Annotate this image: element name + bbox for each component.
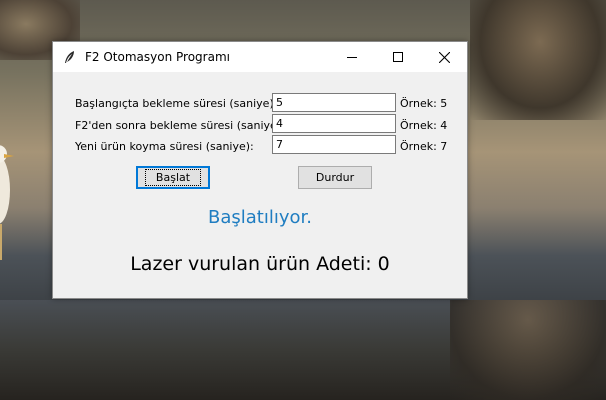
- stop-button[interactable]: Durdur: [298, 166, 372, 189]
- status-text: Başlatılıyor.: [208, 207, 312, 228]
- after-f2-wait-label: F2'den sonra bekleme süresi (saniye):: [75, 119, 285, 132]
- background-rock-right: [470, 0, 606, 120]
- background-reflection: [450, 300, 606, 400]
- initial-wait-input[interactable]: [272, 93, 396, 112]
- start-button[interactable]: Başlat: [136, 166, 210, 189]
- close-icon: [438, 51, 450, 63]
- stop-button-label: Durdur: [315, 171, 355, 184]
- window-title: F2 Otomasyon Programı: [85, 50, 230, 64]
- new-product-time-example: Örnek: 7: [400, 140, 448, 153]
- initial-wait-example: Örnek: 5: [400, 97, 448, 110]
- after-f2-wait-example: Örnek: 4: [400, 119, 448, 132]
- laser-count-text: Lazer vurulan ürün Adeti: 0: [130, 253, 390, 275]
- title-bar[interactable]: F2 Otomasyon Programı: [53, 42, 467, 72]
- seagull-image: [0, 145, 14, 260]
- maximize-icon: [393, 52, 403, 62]
- minimize-icon: [347, 57, 357, 58]
- window-controls: [329, 42, 467, 72]
- new-product-time-label: Yeni ürün koyma süresi (saniye):: [75, 140, 254, 153]
- start-button-label: Başlat: [144, 169, 202, 186]
- maximize-button[interactable]: [375, 42, 421, 72]
- feather-icon: [65, 51, 74, 63]
- new-product-time-input[interactable]: [272, 135, 396, 154]
- after-f2-wait-input[interactable]: [272, 114, 396, 133]
- close-button[interactable]: [421, 42, 467, 72]
- app-window: F2 Otomasyon Programı Başlangıçta beklem…: [52, 41, 468, 299]
- minimize-button[interactable]: [329, 42, 375, 72]
- initial-wait-label: Başlangıçta bekleme süresi (saniye):: [75, 97, 278, 110]
